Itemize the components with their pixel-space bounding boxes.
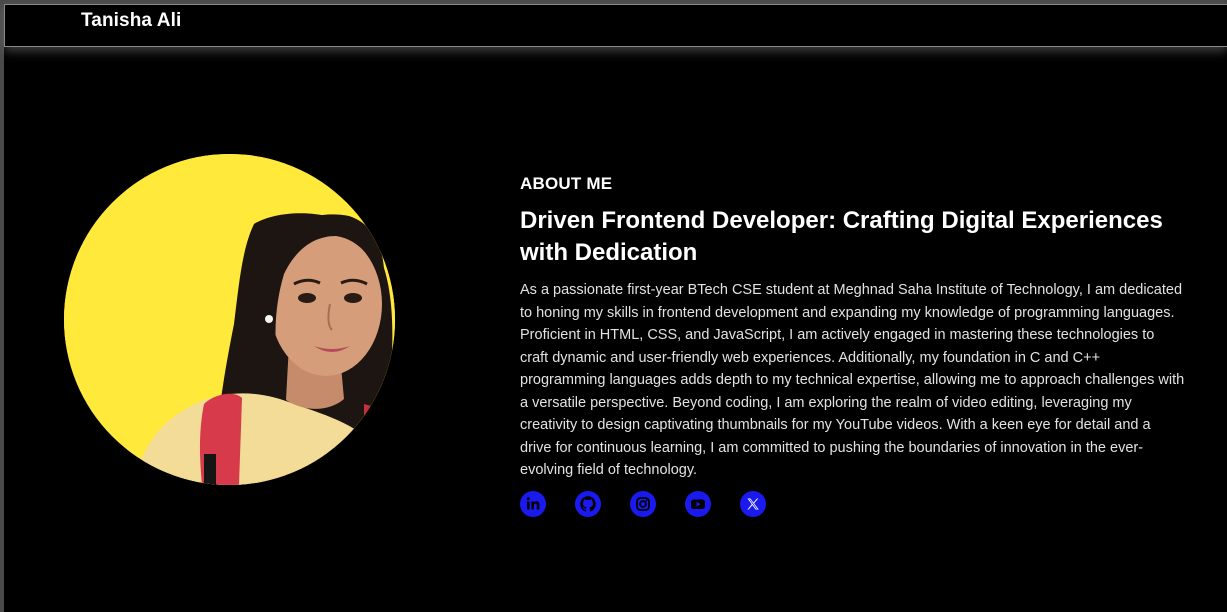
navbar: Tanisha Ali	[4, 4, 1227, 47]
social-links	[520, 491, 766, 517]
instagram-icon	[636, 497, 650, 511]
profile-photo	[64, 154, 395, 485]
about-section: ABOUT ME Driven Frontend Developer: Craf…	[520, 173, 1190, 482]
brand-name[interactable]: Tanisha Ali	[81, 10, 181, 32]
github-icon	[580, 496, 596, 512]
x-twitter-link[interactable]	[740, 491, 766, 517]
profile-illustration	[64, 154, 395, 485]
x-twitter-icon	[747, 498, 759, 510]
about-bio: As a passionate first-year BTech CSE stu…	[520, 282, 1185, 478]
section-eyebrow: ABOUT ME	[520, 174, 613, 193]
linkedin-icon	[526, 497, 540, 510]
youtube-link[interactable]	[685, 491, 711, 517]
github-link[interactable]	[575, 491, 601, 517]
instagram-link[interactable]	[630, 491, 656, 517]
about-headline: Driven Frontend Developer: Crafting Digi…	[520, 207, 1163, 266]
linkedin-link[interactable]	[520, 491, 546, 517]
youtube-icon	[691, 499, 705, 509]
